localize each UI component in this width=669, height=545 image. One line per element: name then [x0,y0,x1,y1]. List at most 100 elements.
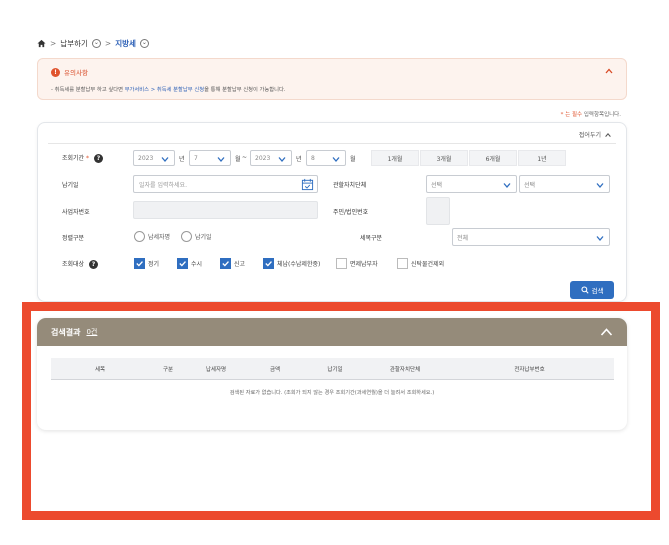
check-icon [177,258,188,269]
home-icon[interactable] [37,39,46,48]
column-header: 전자납부번호 [514,366,545,373]
column-header: 납기일 [327,366,343,373]
required-note: * 는 필수 입력항목입니다. [561,110,621,118]
radio-taxpayer-name[interactable]: 납세자명 [134,231,170,242]
column-header: 구분 [162,366,174,373]
search-button[interactable]: 검색 [570,281,614,299]
to-year-value: 2023 [255,154,271,162]
checkbox-exempt-payer[interactable]: 면제납부자 [336,258,378,269]
checkbox-regular-label: 정기 [148,261,160,268]
chevron-down-icon [278,157,286,162]
required-mark: * [86,155,90,162]
range-separator: ~ [242,154,248,161]
sort-type-label: 정렬구분 [62,235,85,242]
checkbox-trust-exclude[interactable]: 신탁물건제외 [397,258,444,269]
tax-type-select[interactable]: 전체 [452,228,610,246]
results-header[interactable]: 검색결과 0건 [37,318,627,346]
breadcrumb-level1[interactable]: 납부하기 [60,38,88,49]
from-year-select[interactable]: 2023 [133,150,175,166]
period-6month-button[interactable]: 6개월 [469,150,517,166]
month-unit: 월 [235,156,241,163]
period-1month-button[interactable]: 1개월 [371,150,419,166]
due-date-label: 납기일 [62,182,79,189]
chevron-up-icon[interactable] [604,66,614,76]
radio-taxpayer-name-label: 납세자명 [148,234,171,241]
jurisdiction-select-2-value: 선택 [524,181,536,189]
chevron-down-icon[interactable]: ⌄ [139,38,149,48]
warning-icon: ! [51,67,60,77]
business-number-label: 사업자번호 [62,209,90,216]
radio-circle [134,231,145,242]
jurisdiction-select-2[interactable]: 선택 [519,175,610,193]
checkbox-report[interactable]: 신고 [220,258,245,269]
chevron-down-icon [161,157,169,162]
checkbox-occasional[interactable]: 수시 [177,258,202,269]
radio-due-date[interactable]: 납기일 [181,231,212,242]
chevron-down-icon [503,183,511,188]
checkbox-report-label: 신고 [234,261,246,268]
chevron-down-icon [332,157,340,162]
column-header: 세목 [94,366,106,373]
breadcrumb-level2[interactable]: 지방세 [115,38,136,49]
from-month-value: 7 [194,154,198,162]
help-icon[interactable]: ? [93,154,103,163]
results-title: 검색결과 [51,327,81,337]
month-unit: 월 [350,156,356,163]
notice-text: - 취득세를 분할납부 하고 싶다면 부가서비스 > 취득세 분할납부 신청을 … [51,85,286,93]
target-label-text: 조회대상 [62,261,85,268]
divider [48,143,616,144]
period-3month-button[interactable]: 3개월 [420,150,468,166]
results-count: 0건 [86,328,98,336]
chevron-down-icon [217,157,225,162]
jurisdiction-label: 관할자치단체 [333,182,367,189]
radio-due-date-label: 납기일 [195,234,212,241]
resident-number-label: 주민/법인번호 [333,209,369,216]
period-label-text: 조회기간 [62,155,85,162]
to-month-value: 8 [311,154,315,162]
chevron-up-icon[interactable] [600,327,613,337]
checkbox-occasional-label: 수시 [191,261,203,268]
checkbox-regular[interactable]: 정기 [134,258,159,269]
chevron-down-icon [596,183,604,188]
radio-circle [181,231,192,242]
fold-toggle[interactable]: 접어두기 [579,130,612,139]
tax-type-label: 세목구분 [360,235,383,242]
target-label: 조회대상 ? [62,259,99,269]
business-number-input[interactable] [133,201,318,219]
notice-link[interactable]: 부가서비스 > 취득세 분할납부 신청 [125,87,204,93]
chevron-down-icon[interactable]: ⌄ [91,38,101,48]
results-table-header: 세목 구분 납세자명 금액 납기일 관할자치단체 전자납부번호 [51,358,614,380]
notice-title-text: 유의사항 [64,69,88,77]
column-header: 납세자명 [205,366,227,373]
due-date-placeholder: 일자를 입력하세요. [139,181,187,189]
chevron-up-icon [605,132,611,137]
to-month-select[interactable]: 8 [306,150,346,166]
from-month-select[interactable]: 7 [189,150,231,166]
period-label: 조회기간 * ? [62,153,103,163]
period-1year-button[interactable]: 1년 [518,150,566,166]
column-header: 금액 [269,366,281,373]
calendar-icon[interactable] [301,178,314,191]
check-icon [220,258,231,269]
checkbox-arrears[interactable]: 체납(수납제한중) [263,258,320,269]
fold-label: 접어두기 [578,132,601,139]
help-icon[interactable]: ? [89,260,99,269]
jurisdiction-select-1[interactable]: 선택 [426,175,517,193]
search-button-label: 검색 [591,287,604,295]
notice-box: ! 유의사항 - 취득세를 분할납부 하고 싶다면 부가서비스 > 취득세 분할… [37,58,627,100]
checkbox-exempt-payer-label: 면제납부자 [350,261,378,268]
jurisdiction-select-1-value: 선택 [431,181,443,189]
due-date-input[interactable]: 일자를 입력하세요. [133,175,318,193]
check-icon [263,258,274,269]
checkbox-arrears-label: 체납(수납제한중) [277,261,321,268]
check-icon [134,258,145,269]
breadcrumb: > 납부하기 ⌄ > 지방세 ⌄ [37,37,149,49]
to-year-select[interactable]: 2023 [250,150,292,166]
empty-message: 검색된 자료가 없습니다. (조회가 되지 않는 경우 조회기간(과세연월)을 … [229,390,435,396]
notice-text-pre: - 취득세를 분할납부 하고 싶다면 [51,87,125,93]
year-unit: 년 [296,156,302,163]
resident-number-input[interactable] [426,197,450,225]
required-mark: * 는 필수 [560,112,583,118]
results-panel: 검색결과 0건 세목 구분 납세자명 금액 납기일 관할자치단체 전자납부번호 … [37,318,627,430]
checkbox-box [336,258,347,269]
